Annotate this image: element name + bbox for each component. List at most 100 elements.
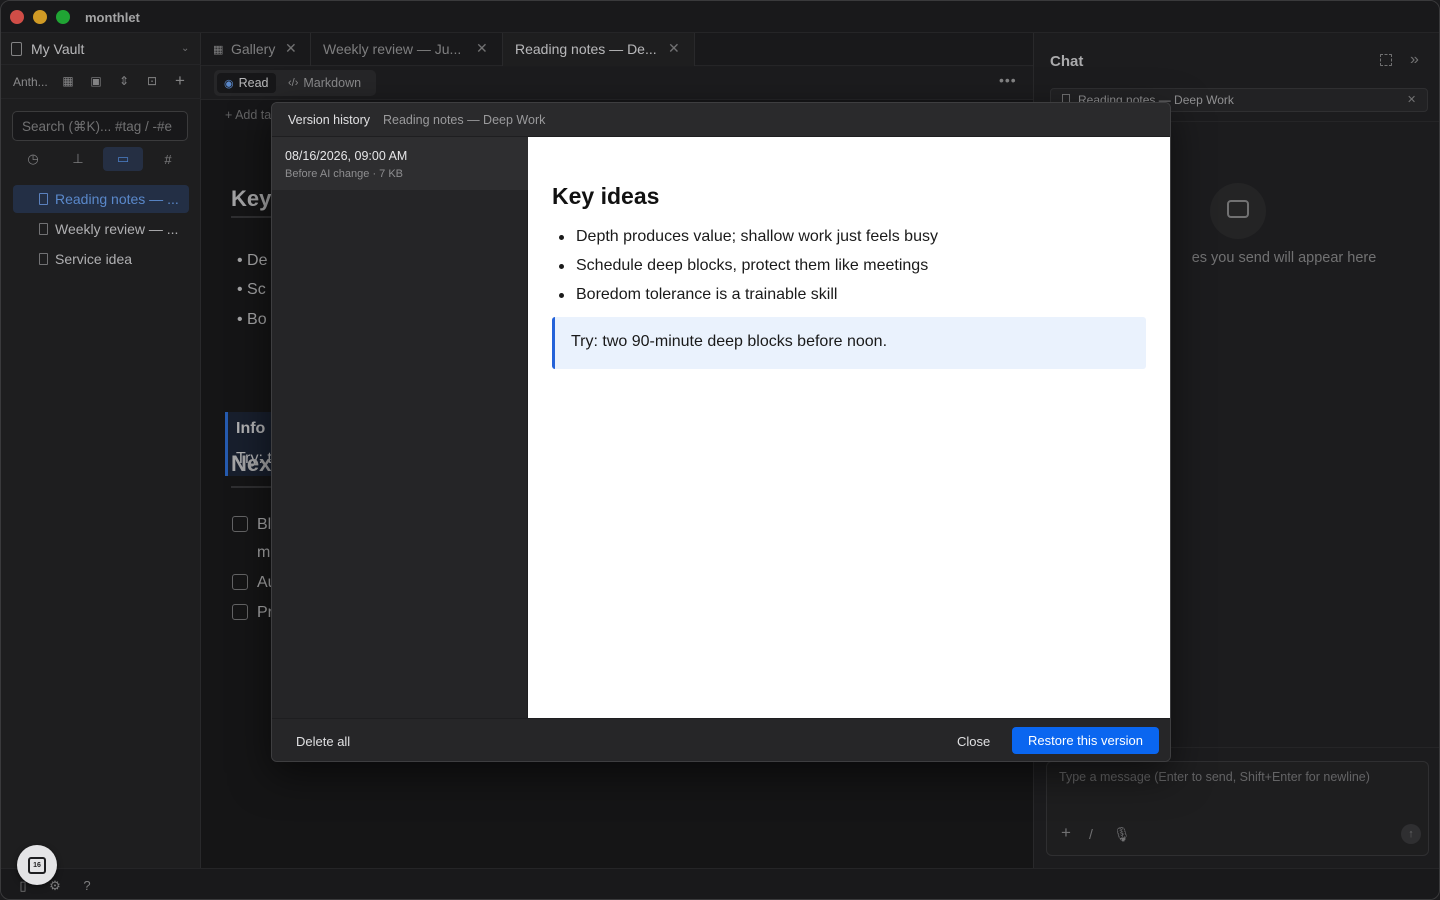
dialog-header: Version history Reading notes — Deep Wor… (272, 103, 1170, 137)
editor-heading: Key (231, 186, 272, 211)
file-label: Reading notes — ... (55, 191, 179, 207)
version-item[interactable]: 08/16/2026, 09:00 AM Before AI change · … (272, 137, 528, 190)
app-title: monthlet (85, 10, 140, 25)
preview-heading: Key ideas (552, 183, 660, 209)
sidebar-view-tabs: ◷ ⊥ ▭ # (13, 147, 189, 171)
callout-title: Info (236, 420, 266, 437)
tab-gallery[interactable]: ▦ Gallery ✕ (201, 33, 311, 66)
preview-callout: Try: two 90-minute deep blocks before no… (552, 317, 1146, 369)
task-checkbox[interactable] (232, 516, 248, 532)
restore-version-button[interactable]: Restore this version (1012, 727, 1159, 754)
version-preview: Key ideas Depth produces value; shallow … (528, 137, 1170, 718)
tab-label: Gallery (231, 41, 276, 57)
version-list: 08/16/2026, 09:00 AM Before AI change · … (272, 137, 528, 718)
vault-switcher[interactable]: My Vault ⌄ (1, 33, 201, 65)
task-text: Bl (257, 516, 272, 533)
minimize-window-button[interactable] (33, 10, 47, 24)
chat-empty-state (1210, 183, 1266, 239)
eye-icon: ◉ (224, 77, 234, 90)
send-button[interactable]: ↑ (1401, 824, 1421, 844)
more-options-icon[interactable]: ••• (999, 72, 1017, 88)
editor-bullet: • De (237, 252, 268, 269)
sort-icon[interactable]: ⇕ (116, 73, 132, 89)
dialog-title: Version history (288, 113, 370, 127)
sidebar: My Vault ⌄ Anth... ▦ ▣ ⇕ ⊡ + ◷ ⊥ ▭ # Rea… (1, 33, 201, 868)
sidebar-toolbar-label[interactable]: Anth... (13, 75, 48, 89)
file-list: Reading notes — ... Weekly review — ... … (13, 185, 189, 275)
expand-icon[interactable] (1380, 54, 1392, 66)
vault-icon (11, 42, 22, 56)
task-checkbox[interactable] (232, 574, 248, 590)
status-bar: ▯ ⚙ ? (1, 868, 1439, 899)
message-bubble-icon (1227, 200, 1249, 218)
heading-underline (231, 216, 271, 218)
chat-message-input[interactable] (1047, 762, 1428, 822)
preview-callout-text: Try: two 90-minute deep blocks before no… (571, 333, 888, 350)
close-window-button[interactable] (10, 10, 24, 24)
calendar-icon: 16 (28, 856, 46, 874)
markdown-mode-button[interactable]: ‹/› Markdown (281, 73, 368, 93)
dialog-subtitle: Reading notes — Deep Work (383, 113, 546, 127)
preview-bullet: Boredom tolerance is a trainable skill (552, 285, 1152, 314)
chat-title: Chat (1050, 53, 1084, 70)
editor-bullet: • Bo (237, 311, 267, 328)
zoom-window-button[interactable] (56, 10, 70, 24)
add-tag-button[interactable]: + Add ta (225, 108, 271, 122)
task-text: m (257, 544, 271, 561)
version-history-dialog: Version history Reading notes — Deep Wor… (271, 102, 1171, 762)
tab-reading-notes[interactable]: Reading notes — De... ✕ (503, 33, 695, 66)
add-icon[interactable]: + (172, 72, 188, 89)
close-icon[interactable]: ✕ (285, 40, 297, 57)
grid-icon: ▦ (213, 44, 224, 56)
editor-bullet: • Sc (237, 281, 266, 298)
read-mode-label: Read (238, 76, 269, 90)
folder-icon[interactable]: ▭ (103, 147, 143, 171)
file-item-weekly-review[interactable]: Weekly review — ... (13, 215, 189, 243)
document-icon (39, 253, 48, 265)
calendar-button[interactable]: 16 (17, 845, 57, 885)
bullet-text: Sc (247, 281, 266, 298)
bullet-text: Bo (247, 311, 267, 328)
upload-icon[interactable]: ⊡ (144, 73, 160, 89)
preview-bullet: Schedule deep blocks, protect them like … (552, 256, 1152, 285)
tab-label: Reading notes — De... (515, 41, 657, 57)
help-icon[interactable]: ? (79, 878, 95, 894)
markdown-mode-label: Markdown (303, 76, 362, 90)
close-icon[interactable]: ✕ (476, 40, 488, 57)
recent-icon[interactable]: ◷ (13, 147, 53, 171)
read-mode-button[interactable]: ◉ Read (217, 73, 276, 93)
slash-command-icon[interactable]: / (1089, 826, 1093, 842)
tab-label: Weekly review — Ju... (323, 41, 462, 57)
search-field[interactable] (12, 111, 188, 141)
attach-icon[interactable]: + (1061, 823, 1071, 843)
tab-bar: ▦ Gallery ✕ Weekly review — Ju... ✕ Read… (201, 33, 1033, 66)
calendar-icon[interactable]: ▣ (88, 73, 104, 89)
view-mode-toggle: ◉ Read ‹/› Markdown (214, 70, 376, 96)
bullet-text: De (247, 252, 268, 269)
preview-bullet: Depth produces value; shallow work just … (552, 227, 1152, 256)
grid-icon[interactable]: ▦ (60, 73, 76, 89)
document-icon (39, 223, 48, 235)
version-date: 08/16/2026, 09:00 AM (285, 149, 408, 163)
code-icon: ‹/› (288, 77, 299, 89)
file-item-reading-notes[interactable]: Reading notes — ... (13, 185, 189, 213)
remove-context-icon[interactable]: ✕ (1407, 93, 1416, 106)
pin-icon[interactable]: ⊥ (58, 147, 98, 171)
hashtag-icon[interactable]: # (148, 147, 188, 171)
close-icon[interactable]: ✕ (668, 40, 680, 57)
chat-composer: + / 🎙︎ ↑ (1046, 761, 1429, 856)
file-item-service-idea[interactable]: Service idea (13, 245, 189, 273)
collapse-panel-icon[interactable]: » (1410, 51, 1419, 69)
dialog-footer: Delete all Close Restore this version (272, 718, 1170, 761)
tab-weekly-review[interactable]: Weekly review — Ju... ✕ (311, 33, 503, 66)
file-label: Service idea (55, 251, 133, 267)
task-checkbox[interactable] (232, 604, 248, 620)
app-window: monthlet My Vault ⌄ Anth... ▦ ▣ ⇕ ⊡ + ◷ … (0, 0, 1440, 900)
file-label: Weekly review — ... (55, 221, 179, 237)
title-bar: monthlet (1, 1, 1439, 33)
search-input[interactable] (13, 112, 187, 140)
delete-all-button[interactable]: Delete all (296, 734, 350, 749)
close-button[interactable]: Close (957, 734, 990, 749)
editor-heading: Nex (231, 451, 272, 476)
microphone-icon[interactable]: 🎙︎ (1113, 826, 1131, 843)
